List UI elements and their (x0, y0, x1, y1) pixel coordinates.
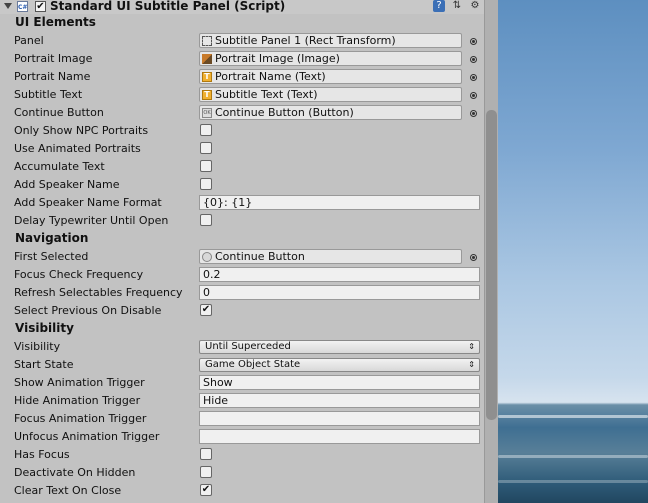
continue-button-value: Continue Button (Button) (215, 106, 354, 119)
accumulate-text-label: Accumulate Text (14, 160, 105, 173)
only-show-npc-checkbox[interactable] (200, 124, 212, 136)
portrait-image-value: Portrait Image (Image) (215, 52, 340, 65)
subtitle-text-field[interactable]: T Subtitle Text (Text) (199, 87, 462, 102)
first-selected-field[interactable]: Continue Button (199, 249, 462, 264)
component-header: C# ✔ Standard UI Subtitle Panel (Script)… (0, 0, 484, 14)
section-navigation: Navigation (15, 231, 89, 245)
wave-foam (498, 480, 648, 483)
continue-button-label: Continue Button (14, 106, 104, 119)
script-icon: C# (17, 1, 28, 12)
start-state-label: Start State (14, 358, 74, 371)
hide-trigger-input[interactable]: Hide (199, 393, 480, 408)
panel-field[interactable]: Subtitle Panel 1 (Rect Transform) (199, 33, 462, 48)
image-icon (202, 53, 212, 64)
inspector-panel: C# ✔ Standard UI Subtitle Panel (Script)… (0, 0, 484, 503)
add-speaker-name-checkbox[interactable] (200, 178, 212, 190)
use-animated-checkbox[interactable] (200, 142, 212, 154)
deactivate-on-hidden-label: Deactivate On Hidden (14, 466, 136, 479)
section-ui-elements: UI Elements (15, 15, 96, 29)
select-previous-checkbox[interactable]: ✔ (200, 304, 212, 316)
portrait-name-value: Portrait Name (Text) (215, 70, 326, 83)
inspector-scrollbar[interactable] (484, 0, 498, 503)
object-picker-icon[interactable] (470, 56, 477, 63)
accumulate-text-checkbox[interactable] (200, 160, 212, 172)
delay-typewriter-label: Delay Typewriter Until Open (14, 214, 169, 227)
subtitle-text-label: Subtitle Text (14, 88, 83, 101)
subtitle-text-value: Subtitle Text (Text) (215, 88, 318, 101)
visibility-dropdown[interactable]: Until Superceded ⇕ (199, 340, 480, 354)
panel-value: Subtitle Panel 1 (Rect Transform) (215, 34, 396, 47)
start-state-dropdown[interactable]: Game Object State ⇕ (199, 358, 480, 372)
speaker-name-format-label: Add Speaker Name Format (14, 196, 162, 209)
dropdown-arrow-icon: ⇕ (468, 360, 475, 369)
rect-transform-icon (202, 35, 212, 46)
section-visibility: Visibility (15, 321, 74, 335)
panel-label: Panel (14, 34, 44, 47)
hide-trigger-label: Hide Animation Trigger (14, 394, 141, 407)
fold-arrow-icon[interactable] (4, 3, 12, 9)
show-trigger-input[interactable]: Show (199, 375, 480, 390)
focus-trigger-input[interactable] (199, 411, 480, 426)
dropdown-arrow-icon: ⇕ (468, 342, 475, 351)
unfocus-trigger-label: Unfocus Animation Trigger (14, 430, 160, 443)
wave-foam (498, 455, 648, 458)
object-picker-icon[interactable] (470, 74, 477, 81)
presets-sliders-icon[interactable]: ⇅ (451, 0, 463, 12)
has-focus-checkbox[interactable] (200, 448, 212, 460)
game-object-icon (202, 251, 212, 262)
focus-check-frequency-label: Focus Check Frequency (14, 268, 144, 281)
gear-icon[interactable]: ⚙ (469, 0, 481, 12)
object-picker-icon[interactable] (470, 110, 477, 117)
unfocus-trigger-input[interactable] (199, 429, 480, 444)
refresh-frequency-label: Refresh Selectables Frequency (14, 286, 183, 299)
only-show-npc-label: Only Show NPC Portraits (14, 124, 149, 137)
continue-button-field[interactable]: OK Continue Button (Button) (199, 105, 462, 120)
help-book-icon[interactable]: ? (433, 0, 445, 12)
object-picker-icon[interactable] (470, 38, 477, 45)
select-previous-label: Select Previous On Disable (14, 304, 162, 317)
text-icon: T (202, 89, 212, 100)
portrait-name-field[interactable]: T Portrait Name (Text) (199, 69, 462, 84)
text-icon: T (202, 71, 212, 82)
show-trigger-label: Show Animation Trigger (14, 376, 145, 389)
deactivate-on-hidden-checkbox[interactable] (200, 466, 212, 478)
delay-typewriter-checkbox[interactable] (200, 214, 212, 226)
portrait-image-label: Portrait Image (14, 52, 93, 65)
visibility-label: Visibility (14, 340, 61, 353)
visibility-value: Until Superceded (205, 341, 291, 352)
wave-foam (498, 415, 648, 418)
first-selected-value: Continue Button (215, 250, 305, 263)
component-title: Standard UI Subtitle Panel (Script) (50, 0, 286, 13)
portrait-image-field[interactable]: Portrait Image (Image) (199, 51, 462, 66)
add-speaker-name-label: Add Speaker Name (14, 178, 120, 191)
has-focus-label: Has Focus (14, 448, 70, 461)
speaker-name-format-input[interactable]: {0}: {1} (199, 195, 480, 210)
object-picker-icon[interactable] (470, 92, 477, 99)
object-picker-icon[interactable] (470, 254, 477, 261)
refresh-frequency-input[interactable]: 0 (199, 285, 480, 300)
component-enabled-checkbox[interactable]: ✔ (35, 1, 46, 12)
button-icon: OK (202, 107, 212, 118)
portrait-name-label: Portrait Name (14, 70, 91, 83)
clear-text-on-close-checkbox[interactable]: ✔ (200, 484, 212, 496)
start-state-value: Game Object State (205, 359, 301, 370)
scrollbar-thumb[interactable] (486, 110, 497, 420)
first-selected-label: First Selected (14, 250, 89, 263)
clear-text-on-close-label: Clear Text On Close (14, 484, 122, 497)
focus-check-frequency-input[interactable]: 0.2 (199, 267, 480, 282)
use-animated-label: Use Animated Portraits (14, 142, 141, 155)
scene-view-preview (498, 0, 648, 503)
focus-trigger-label: Focus Animation Trigger (14, 412, 147, 425)
